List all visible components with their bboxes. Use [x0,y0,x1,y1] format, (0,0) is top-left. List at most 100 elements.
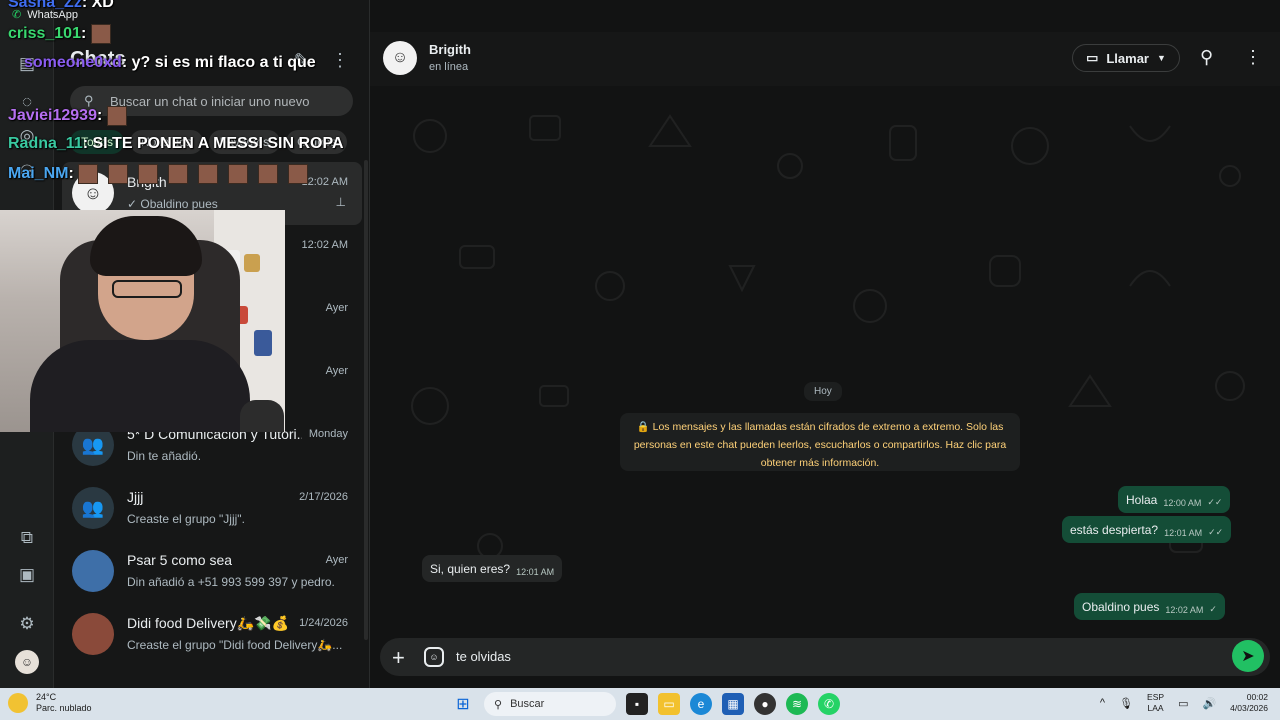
wallpaper-pattern [411,114,1245,559]
avatar [72,613,114,655]
search-icon: ⚲ [494,698,503,711]
contact-avatar[interactable]: ☺ [383,41,417,75]
clock-time: 00:02 [1246,692,1268,702]
attach-icon[interactable]: + [392,645,405,671]
volume-icon[interactable]: 🔊 [1202,697,1216,710]
emote-image [288,164,309,184]
taskbar-search[interactable]: ⚲ Buscar [484,692,616,716]
encryption-notice[interactable]: 🔒 Los mensajes y las llamadas están cifr… [620,413,1020,471]
read-receipt-icon: ✓✓ [1208,527,1224,537]
message-time: 12:01 AM [1164,527,1203,538]
chat-name: Psar 5 como sea [127,552,233,568]
person-shirt [30,340,250,432]
edge-icon[interactable]: e [690,693,712,715]
message-incoming[interactable]: Si, quien eres? 12:01 AM [422,555,563,582]
avatar [72,550,114,592]
weather-condition: Parc. nublado [36,703,92,713]
chat-item[interactable]: Didi food Delivery🛵💸💰 Creaste el grupo "… [62,603,362,666]
pin-icon: ⊥ [335,195,346,209]
media-icon[interactable]: ⧉ [15,526,39,550]
search-placeholder: Buscar un chat o iniciar uno nuevo [110,93,310,109]
clock-date: 4/03/2026 [1230,703,1268,713]
message-outgoing[interactable]: Holaa 12:00 AM ✓✓ [1118,486,1231,513]
message-time: 12:01 AM [516,566,555,577]
call-button[interactable]: ▭ Llamar ▼ [1072,44,1180,72]
system-tray: ^ 🎙 ESP LAA ▭ 🔊 00:02 4/03/2026 [1100,692,1268,714]
chat-time: 12:02 AM [301,239,348,251]
taskbar-apps: ⊞ ⚲ Buscar ▪ ▭ e ▦ ● ≋ ✆ [452,692,840,716]
archive-icon[interactable]: ▣ [15,563,39,587]
settings-icon[interactable]: ⚙ [15,612,39,636]
chat-preview: Din añadió a +51 993 599 397 y pedro. [127,575,335,589]
microphone [240,400,284,432]
message-text: Obaldino pues [1082,599,1160,614]
weather-widget[interactable]: 24°C Parc. nublado [8,692,92,714]
emote-image [108,164,129,184]
profile-avatar[interactable]: ☺ [15,650,39,674]
contact-name: Brigith [429,42,471,57]
stream-chat-line: Mai_NM: [8,164,318,184]
message-text: Si, quien eres? [430,561,511,576]
emote-image [78,164,99,184]
network-icon[interactable]: ▭ [1178,697,1188,710]
emote-image [198,164,219,184]
menu-icon[interactable]: ⋮ [331,50,349,71]
stream-chat-line: Radna_11: SI TE PONEN A MESSI SIN ROPA [8,135,344,152]
chat-preview: ✓ Obaldino pues [127,197,218,211]
windows-start-icon[interactable]: ⊞ [452,693,474,715]
file-explorer-icon[interactable]: ▭ [658,693,680,715]
emote-image [228,164,249,184]
language-indicator[interactable]: ESP LAA [1147,692,1164,714]
chat-time: 1/24/2026 [299,617,348,629]
contact-status: en línea [429,61,469,73]
chevron-down-icon: ▼ [1157,53,1166,63]
conversation-pane: ☺ Brigith en línea ▭ Llamar ▼ ⚲ ⋮ Hoy 🔒 … [370,0,1280,688]
webcam-overlay [0,210,285,432]
store-icon[interactable]: ▦ [722,693,744,715]
whatsapp-icon[interactable]: ✆ [818,693,840,715]
sticker-icon[interactable]: ☺ [424,647,444,667]
obs-icon[interactable]: ● [754,693,776,715]
chat-name: Didi food Delivery🛵💸💰 [127,615,290,631]
message-text: Holaa [1126,492,1158,507]
weather-text: 24°C Parc. nublado [36,692,92,714]
chat-time: Ayer [325,554,348,566]
chat-list-scrollbar[interactable] [364,160,368,640]
chat-preview: Creaste el grupo "Jjjj". [127,512,245,526]
whatsapp-window: – ▢ ✕ ▤ ◌ ◎ ⚇ ⧉ ▣ ⚙ ☺ Chats ✎ ⋮ ⚲ Buscar… [0,0,1280,688]
day-separator: Hoy [804,382,842,401]
chat-time: 2/17/2026 [299,491,348,503]
search-icon[interactable]: ⚲ [1200,47,1213,68]
chat-item-group[interactable]: 👥 Jjjj Creaste el grupo "Jjjj". 2/17/202… [62,477,362,540]
stream-chat-line: someone0xd: y? si es mi flaco a ti que [24,54,316,71]
chat-item[interactable]: Psar 5 como sea Din añadió a +51 993 599… [62,540,362,603]
chat-time: Ayer [325,302,348,314]
menu-icon[interactable]: ⋮ [1244,47,1262,68]
taskbar-search-label: Buscar [510,698,545,710]
task-view-icon[interactable]: ▪ [626,693,648,715]
group-icon: 👥 [72,487,114,529]
spotify-icon[interactable]: ≋ [786,693,808,715]
clock[interactable]: 00:02 4/03/2026 [1230,692,1268,714]
stream-chat-line: Javiei12939: [8,106,137,126]
message-text: estás despierta? [1070,522,1159,537]
message-outgoing[interactable]: Obaldino pues 12:02 AM ✓ [1074,593,1225,620]
sent-check-icon: ✓ [1209,604,1217,614]
call-label: Llamar [1106,50,1149,66]
chat-time: Monday [308,428,348,440]
message-composer[interactable]: + ☺ te olvidas [380,638,1270,676]
stream-chat-line: criss_101: [8,24,121,44]
message-input[interactable]: te olvidas [456,649,511,664]
glasses [112,280,182,298]
message-time: 12:02 AM [1165,604,1204,615]
conversation-header[interactable]: ☺ Brigith en línea ▭ Llamar ▼ ⚲ ⋮ [370,32,1280,86]
emote-image [168,164,189,184]
tray-overflow-icon[interactable]: ^ [1100,697,1105,709]
chat-preview: Creaste el grupo "Didi food Delivery🛵... [127,638,342,652]
send-button[interactable]: ➤ [1232,640,1264,672]
read-receipt-icon: ✓✓ [1207,497,1223,507]
windows-taskbar: 24°C Parc. nublado ⊞ ⚲ Buscar ▪ ▭ e ▦ ● … [0,688,1280,720]
microphone-icon[interactable]: 🎙 [1119,697,1133,710]
message-outgoing[interactable]: estás despierta? 12:01 AM ✓✓ [1062,516,1232,543]
video-camera-icon: ▭ [1086,50,1099,65]
